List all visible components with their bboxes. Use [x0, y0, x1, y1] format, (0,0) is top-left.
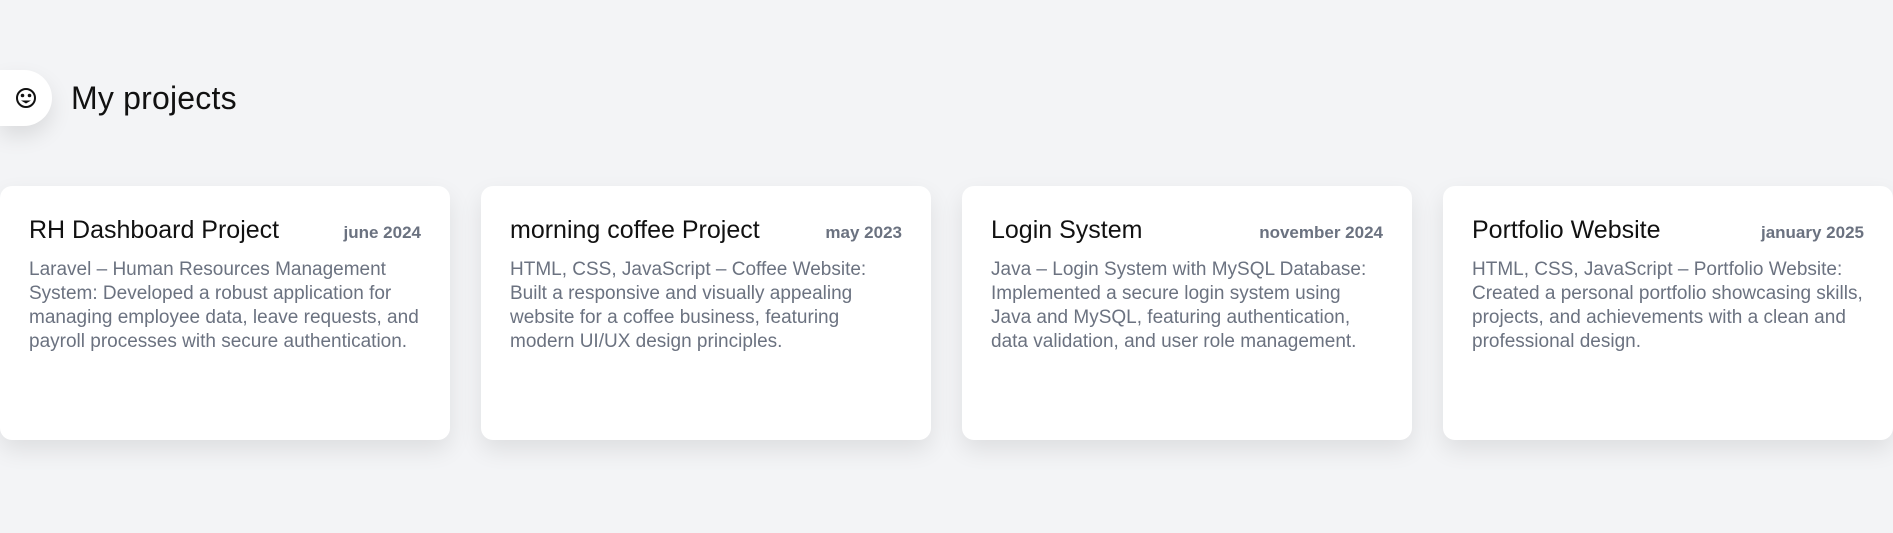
project-date: june 2024	[343, 223, 422, 242]
project-description: Java – Login System with MySQL Database:…	[991, 259, 1367, 352]
project-card[interactable]: Login System november 2024 Java – Login …	[962, 186, 1412, 440]
project-date: november 2024	[1259, 223, 1383, 242]
project-date: january 2025	[1760, 223, 1864, 242]
project-title: Portfolio Website	[1472, 216, 1661, 244]
project-description: HTML, CSS, JavaScript – Portfolio Websit…	[1472, 259, 1863, 352]
section-title: My projects	[71, 79, 237, 116]
project-card-header: RH Dashboard Project june 2024	[29, 216, 421, 245]
project-card-header: morning coffee Project may 2023	[510, 216, 902, 245]
project-title: Login System	[991, 216, 1143, 244]
project-card-header: Login System november 2024	[991, 216, 1383, 245]
project-title: morning coffee Project	[510, 216, 760, 244]
project-card-header: Portfolio Website january 2025	[1472, 216, 1864, 245]
section-header: My projects	[0, 70, 237, 126]
project-card[interactable]: Portfolio Website january 2025 HTML, CSS…	[1443, 186, 1893, 440]
project-card[interactable]: morning coffee Project may 2023 HTML, CS…	[481, 186, 931, 440]
section-icon-badge	[0, 70, 52, 126]
face-icon	[16, 88, 36, 108]
project-description: Laravel – Human Resources Management Sys…	[29, 259, 419, 352]
project-description: HTML, CSS, JavaScript – Coffee Website: …	[510, 259, 867, 352]
project-card[interactable]: RH Dashboard Project june 2024 Laravel –…	[0, 186, 450, 440]
project-date: may 2023	[825, 223, 902, 242]
projects-page: My projects RH Dashboard Project june 20…	[0, 0, 1893, 533]
project-title: RH Dashboard Project	[29, 216, 280, 244]
